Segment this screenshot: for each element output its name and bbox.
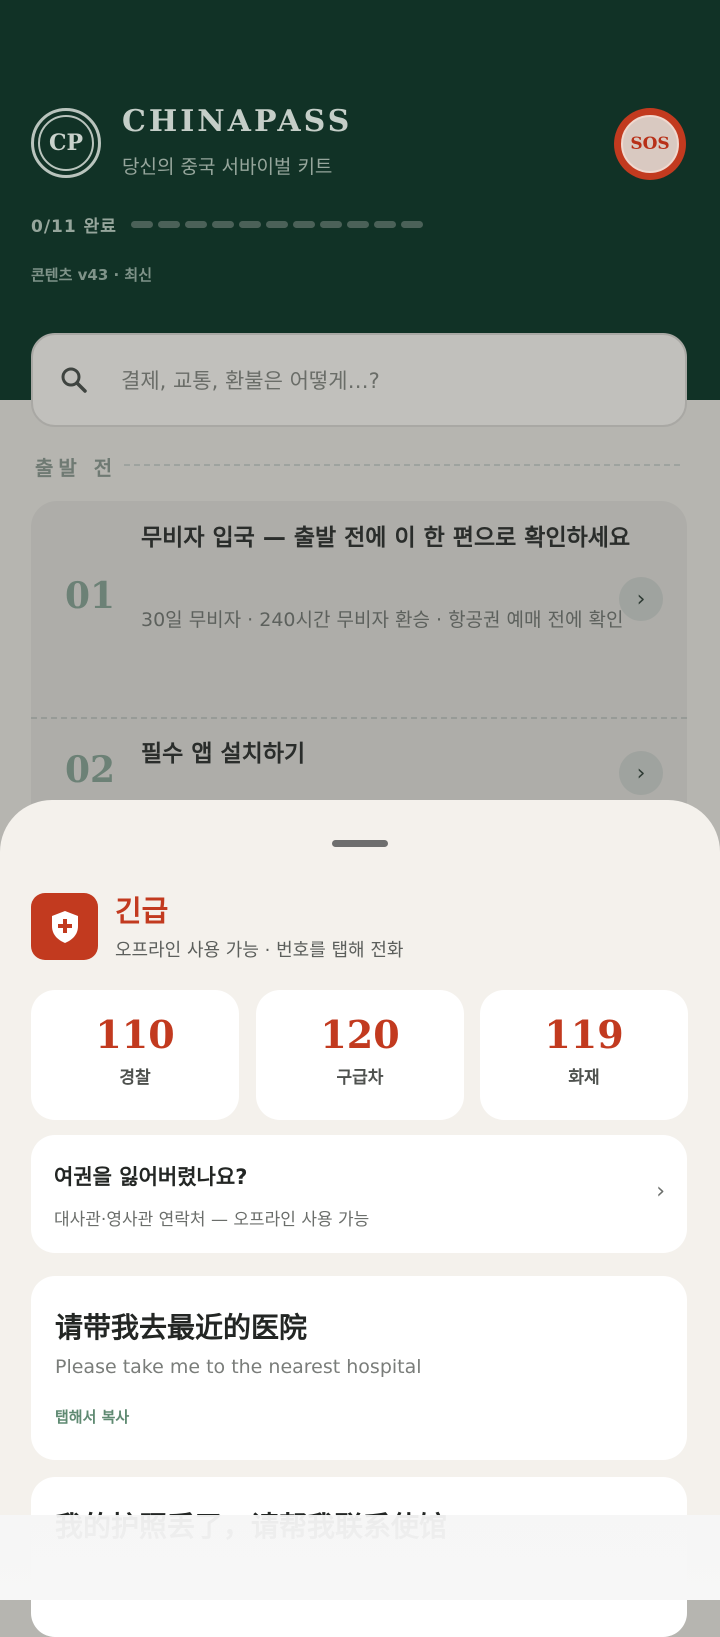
fire-number: 119 (544, 1012, 624, 1057)
search-input[interactable]: 결제, 교통, 환불은 어떻게…? (121, 365, 380, 395)
phrase-card-hospital[interactable]: 请带我去最近的医院 Please take me to the nearest … (31, 1276, 687, 1460)
progress-indicator: 0/11 완료 (31, 212, 428, 237)
progress-segment (400, 221, 423, 228)
progress-segment (184, 221, 207, 228)
bottom-fade (0, 1515, 720, 1600)
fire-label: 화재 (568, 1068, 600, 1088)
progress-segment (130, 221, 153, 228)
phrase-english: Please take me to the nearest hospital (55, 1356, 422, 1378)
item-number: 02 (65, 749, 116, 791)
call-police-button[interactable]: 110 경찰 (31, 990, 239, 1120)
ambulance-number: 120 (320, 1012, 400, 1057)
lost-passport-card[interactable]: 여권을 잃어버렸나요? 대사관·영사관 연락처 — 오프라인 사용 가능 › (31, 1135, 687, 1253)
progress-segment (265, 221, 288, 228)
progress-segment (319, 221, 342, 228)
emergency-sheet: 긴급 오프라인 사용 가능 · 번호를 탭해 전화 110 경찰 120 구급차… (0, 800, 720, 1637)
app-tagline: 당신의 중국 서바이벌 키트 (122, 156, 333, 178)
progress-segments (130, 221, 428, 228)
progress-label: 0/11 완료 (31, 217, 117, 237)
search-icon (59, 365, 89, 395)
sos-label: SOS (621, 115, 679, 173)
call-ambulance-button[interactable]: 120 구급차 (256, 990, 464, 1120)
guide-item-visa[interactable]: 01 무비자 입국 — 출발 전에 이 한 편으로 확인하세요 30일 무비자 … (31, 501, 687, 719)
sheet-drag-handle[interactable] (332, 840, 388, 847)
content-version: 콘텐츠 v43 · 최신 (31, 266, 153, 284)
lost-passport-title: 여권을 잃어버렸나요? (54, 1165, 248, 1189)
item-title: 무비자 입국 — 출발 전에 이 한 편으로 확인하세요 (141, 525, 631, 551)
chevron-right-icon: › (656, 1179, 665, 1204)
shield-icon (31, 893, 98, 960)
progress-segment (292, 221, 315, 228)
chevron-right-icon[interactable]: › (619, 577, 663, 621)
police-label: 경찰 (119, 1068, 151, 1088)
section-divider (124, 464, 680, 466)
item-title: 필수 앱 설치하기 (141, 741, 306, 767)
section-title: 출발 전 (35, 456, 118, 480)
emergency-subtitle: 오프라인 사용 가능 · 번호를 탭해 전화 (115, 940, 404, 961)
lost-passport-subtitle: 대사관·영사관 연락처 — 오프라인 사용 가능 (54, 1210, 370, 1230)
ambulance-label: 구급차 (336, 1068, 384, 1088)
app-title: CHINAPASS (122, 104, 353, 139)
progress-segment (238, 221, 261, 228)
phrase-chinese: 请带我去最近的医院 (55, 1311, 308, 1344)
sos-button[interactable]: SOS (614, 108, 686, 180)
progress-segment (346, 221, 369, 228)
call-fire-button[interactable]: 119 화재 (480, 990, 688, 1120)
police-number: 110 (95, 1012, 175, 1057)
search-bar[interactable]: 결제, 교통, 환불은 어떻게…? (31, 333, 687, 427)
copy-action[interactable]: 탭해서 복사 (55, 1406, 129, 1427)
progress-segment (211, 221, 234, 228)
item-subtitle: 30일 무비자 · 240시간 무비자 환승 · 항공권 예매 전에 확인 (141, 609, 624, 631)
logo-mark: CP (38, 115, 94, 171)
emergency-title: 긴급 (115, 894, 169, 928)
progress-segment (373, 221, 396, 228)
logo-icon: CP (31, 108, 101, 178)
progress-segment (157, 221, 180, 228)
item-number: 01 (65, 575, 116, 617)
chevron-right-icon[interactable]: › (619, 751, 663, 795)
